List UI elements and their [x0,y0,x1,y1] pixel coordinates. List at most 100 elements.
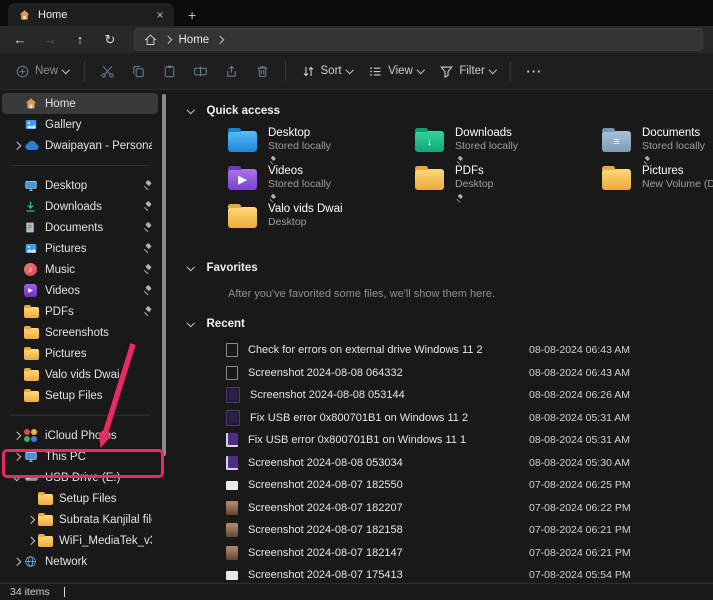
new-button[interactable]: New [8,58,76,84]
new-tab-button[interactable]: + [188,7,196,23]
chevron-down-icon[interactable] [187,319,195,327]
sidebar-item-network[interactable]: Network [2,551,158,572]
sort-button[interactable]: Sort [294,58,360,84]
paste-button[interactable] [155,58,184,84]
recent-file-row[interactable]: Screenshot 2024-08-08 06433208-08-2024 0… [188,362,699,385]
sidebar-item-music[interactable]: ♪ Music [2,259,158,280]
recent-file-row[interactable]: Screenshot 2024-08-07 17541307-08-2024 0… [188,564,699,584]
sidebar-item-label: Setup Files [59,493,152,505]
address-bar[interactable]: Home [134,28,703,51]
sidebar-item-pictures[interactable]: Pictures [2,238,158,259]
recent-header[interactable]: Recent [188,314,699,334]
chevron-down-icon[interactable] [187,106,195,114]
chevron-right-icon[interactable] [27,516,35,524]
sidebar-item-desktop[interactable]: Desktop [2,175,158,196]
quick-access-item-valo-vids-dwai[interactable]: Valo vids DwaiDesktop [228,203,415,241]
chevron-right-icon[interactable] [13,453,21,461]
recent-file-row[interactable]: Fix USB error 0x800701B1 on Windows 11 1… [188,429,699,452]
sidebar-scrollbar [160,90,168,584]
favorites-header[interactable]: Favorites [188,258,699,278]
pin-icon [643,157,651,165]
cut-button[interactable] [93,58,122,84]
quick-access-item-downloads[interactable]: DownloadsStored locally [415,127,602,165]
chevron-right-icon[interactable] [13,558,21,566]
quick-access-item-documents[interactable]: DocumentsStored locally [602,127,713,165]
sidebar-item-this-pc[interactable]: This PC [2,446,158,467]
recent-file-row[interactable]: Screenshot 2024-08-08 05303408-08-2024 0… [188,452,699,475]
new-label: New [35,65,58,77]
chevron-down-icon[interactable] [13,473,21,481]
recent-file-row[interactable]: Fix USB error 0x800701B1 on Windows 11 2… [188,407,699,430]
sidebar-item-subrata-kanjilal-files[interactable]: Subrata Kanjilal files [2,509,158,530]
quick-access-item-videos[interactable]: VideosStored locally [228,165,415,203]
chevron-right-icon[interactable] [13,142,21,150]
sidebar-item-home[interactable]: Home [2,93,158,114]
filter-funnel-icon [439,64,454,79]
recent-file-row[interactable]: Screenshot 2024-08-07 18220707-08-2024 0… [188,497,699,520]
sidebar-item-icloud-photos[interactable]: iCloud Photos [2,425,158,446]
folder-icon [602,169,631,190]
file-name: Screenshot 2024-08-07 182147 [248,547,519,559]
view-button[interactable]: View [361,58,430,84]
breadcrumb[interactable]: Home [179,34,210,46]
tab-close-icon[interactable]: × [152,7,168,23]
sidebar-item-pdfs[interactable]: PDFs [2,301,158,322]
item-location: Stored locally [642,140,705,152]
sidebar-item-valo-vids-dwai[interactable]: Valo vids Dwai [2,364,158,385]
sidebar-item-gallery[interactable]: Gallery [2,114,158,135]
refresh-button[interactable]: ↻ [96,29,124,51]
sidebar-item-label: Setup Files [45,390,152,402]
share-button[interactable] [217,58,246,84]
forward-button[interactable]: → [36,29,64,51]
sidebar-item-downloads[interactable]: Downloads [2,196,158,217]
filter-button[interactable]: Filter [432,58,502,84]
sidebar-item-wifi-mediatek[interactable]: WiFi_MediaTek_v3.3.0.350 [2,530,158,551]
sidebar-item-screenshots[interactable]: Screenshots [2,322,158,343]
copy-button[interactable] [124,58,153,84]
file-thumbnail [226,481,238,490]
chevron-right-icon[interactable] [27,537,35,545]
more-options-button[interactable]: ··· [519,58,549,84]
scrollbar-thumb[interactable] [162,94,166,456]
item-name: Valo vids Dwai [268,203,343,216]
chevron-down-icon[interactable] [187,263,195,271]
copy-icon [131,64,146,79]
item-count: 34 items [10,586,50,598]
sidebar-item-pictures-folder[interactable]: Pictures [2,343,158,364]
sidebar-item-documents[interactable]: Documents [2,217,158,238]
favorites-empty-hint: After you've favorited some files, we'll… [228,288,699,300]
file-date: 08-08-2024 06:43 AM [529,344,699,356]
quick-access-item-pdfs[interactable]: PDFsDesktop [415,165,602,203]
rename-button[interactable] [186,58,215,84]
filter-label: Filter [459,65,485,77]
pin-icon [143,223,152,232]
chevron-right-icon[interactable] [216,36,224,44]
delete-button[interactable] [248,58,277,84]
files-pane: Quick access DesktopStored locally Downl… [168,90,713,584]
recent-file-row[interactable]: Check for errors on external drive Windo… [188,339,699,362]
recent-file-row[interactable]: Screenshot 2024-08-08 05314408-08-2024 0… [188,384,699,407]
item-location: Stored locally [268,140,331,152]
quick-access-item-desktop[interactable]: DesktopStored locally [228,127,415,165]
sidebar-item-usb-drive[interactable]: USB Drive (E:) [2,467,158,488]
file-explorer-window: Home × + ← → ↑ ↻ Home New [0,0,713,600]
recent-file-row[interactable]: Screenshot 2024-08-07 18214707-08-2024 0… [188,542,699,565]
recent-file-row[interactable]: Screenshot 2024-08-07 18215807-08-2024 0… [188,519,699,542]
sidebar-item-videos[interactable]: ▶ Videos [2,280,158,301]
trash-icon [255,64,270,79]
sidebar-item-setup-files[interactable]: Setup Files [2,385,158,406]
up-button[interactable]: ↑ [66,29,94,51]
recent-file-row[interactable]: Screenshot 2024-08-07 18255007-08-2024 0… [188,474,699,497]
file-thumbnail [226,523,238,537]
file-name: Fix USB error 0x800701B1 on Windows 11 1 [248,434,519,446]
quick-access-item-pictures[interactable]: PicturesNew Volume (D:) [602,165,713,203]
gallery-icon [24,118,45,131]
quick-access-header[interactable]: Quick access [188,101,699,121]
onedrive-cloud-icon [24,140,45,151]
sidebar-item-label: This PC [45,451,152,463]
back-button[interactable]: ← [6,29,34,51]
sidebar-item-usb-setup-files[interactable]: Setup Files [2,488,158,509]
chevron-right-icon[interactable] [13,432,21,440]
sidebar-item-onedrive-personal[interactable]: Dwaipayan - Personal [2,135,158,156]
tab-home[interactable]: Home × [8,3,174,26]
